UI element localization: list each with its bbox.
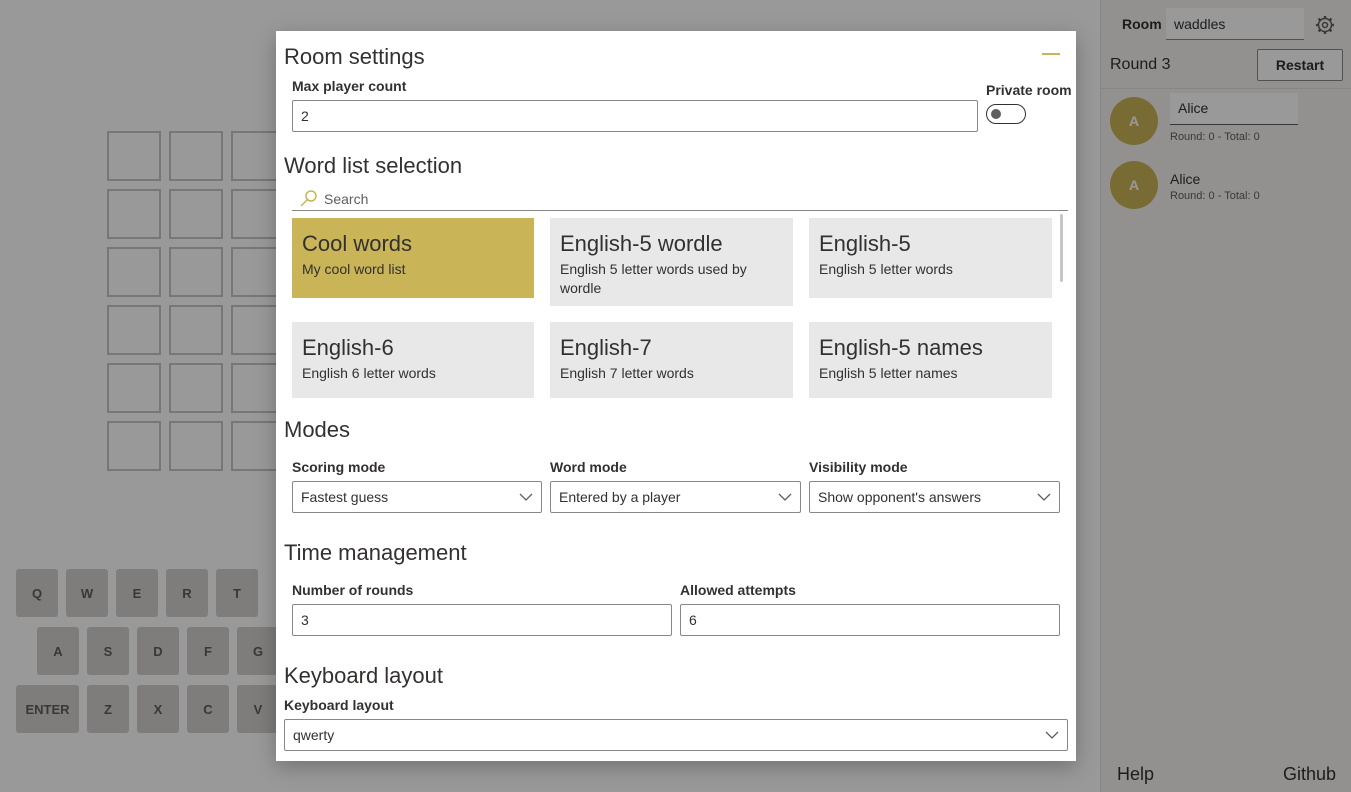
max-player-input[interactable]: 2 — [292, 100, 978, 132]
wordlist-desc: English 5 letter words used by wordle — [560, 261, 747, 296]
scoring-mode-dropdown[interactable]: Fastest guess — [292, 481, 542, 513]
dropdown-value: Fastest guess — [301, 489, 389, 505]
dropdown-value: Show opponent's answers — [818, 489, 981, 505]
attempts-label: Allowed attempts — [680, 582, 796, 598]
word-mode-label: Word mode — [550, 459, 627, 475]
rounds-label: Number of rounds — [292, 582, 414, 598]
chevron-down-icon — [1045, 731, 1059, 739]
wordlist-search[interactable]: Search — [292, 187, 1068, 211]
wordlist-item-cool-words[interactable]: Cool words My cool word list — [292, 218, 534, 298]
search-input[interactable]: Search — [324, 191, 368, 207]
rounds-input[interactable]: 3 — [292, 604, 672, 636]
private-room-toggle[interactable] — [986, 104, 1026, 124]
max-player-label: Max player count — [292, 78, 407, 94]
chevron-down-icon — [778, 493, 792, 501]
modes-section-title: Modes — [284, 417, 351, 442]
minimize-icon[interactable] — [1042, 53, 1060, 55]
time-section-title: Time management — [284, 540, 467, 565]
wordlist-item-english-5-names[interactable]: English-5 names English 5 letter names — [809, 322, 1052, 398]
toggle-knob — [991, 109, 1001, 119]
wordlist-title: English-5 names — [819, 335, 983, 360]
dropdown-value: qwerty — [293, 727, 335, 743]
private-room-label: Private room — [986, 82, 1072, 98]
chevron-down-icon — [1037, 493, 1051, 501]
search-icon — [300, 190, 317, 207]
wordlist-desc: My cool word list — [302, 261, 406, 277]
scoring-mode-label: Scoring mode — [292, 459, 386, 475]
keyboard-layout-dropdown[interactable]: qwerty — [284, 719, 1068, 751]
wordlist-title: Cool words — [302, 231, 413, 256]
wordlist-title: English-6 — [302, 335, 394, 360]
dropdown-value: Entered by a player — [559, 489, 681, 505]
wordlist-item-english-7[interactable]: English-7 English 7 letter words — [550, 322, 793, 398]
attempts-input[interactable]: 6 — [680, 604, 1060, 636]
dialog-title: Room settings — [284, 44, 425, 69]
word-mode-dropdown[interactable]: Entered by a player — [550, 481, 801, 513]
wordlist-desc: English 5 letter words — [819, 261, 953, 277]
wordlist-desc: English 5 letter names — [819, 365, 958, 381]
chevron-down-icon — [519, 493, 533, 501]
wordlist-item-english-5-wordle[interactable]: English-5 wordle English 5 letter words … — [550, 218, 793, 306]
wordlist-item-english-5[interactable]: English-5 English 5 letter words — [809, 218, 1052, 298]
wordlist-desc: English 6 letter words — [302, 365, 436, 381]
wordlist-scrollbar[interactable] — [1060, 214, 1063, 282]
room-settings-dialog: Room settings Max player count 2 Private… — [276, 31, 1076, 761]
visibility-mode-dropdown[interactable]: Show opponent's answers — [809, 481, 1060, 513]
wordlist-desc: English 7 letter words — [560, 365, 694, 381]
wordlist-item-english-6[interactable]: English-6 English 6 letter words — [292, 322, 534, 398]
wordlist-title: English-5 wordle — [560, 231, 723, 256]
keyboard-layout-label: Keyboard layout — [284, 697, 394, 713]
wordlist-title: English-5 — [819, 231, 911, 256]
keyboard-section-title: Keyboard layout — [284, 663, 443, 688]
wordlist-title: English-7 — [560, 335, 652, 360]
visibility-mode-label: Visibility mode — [809, 459, 908, 475]
wordlist-section-title: Word list selection — [284, 153, 463, 178]
